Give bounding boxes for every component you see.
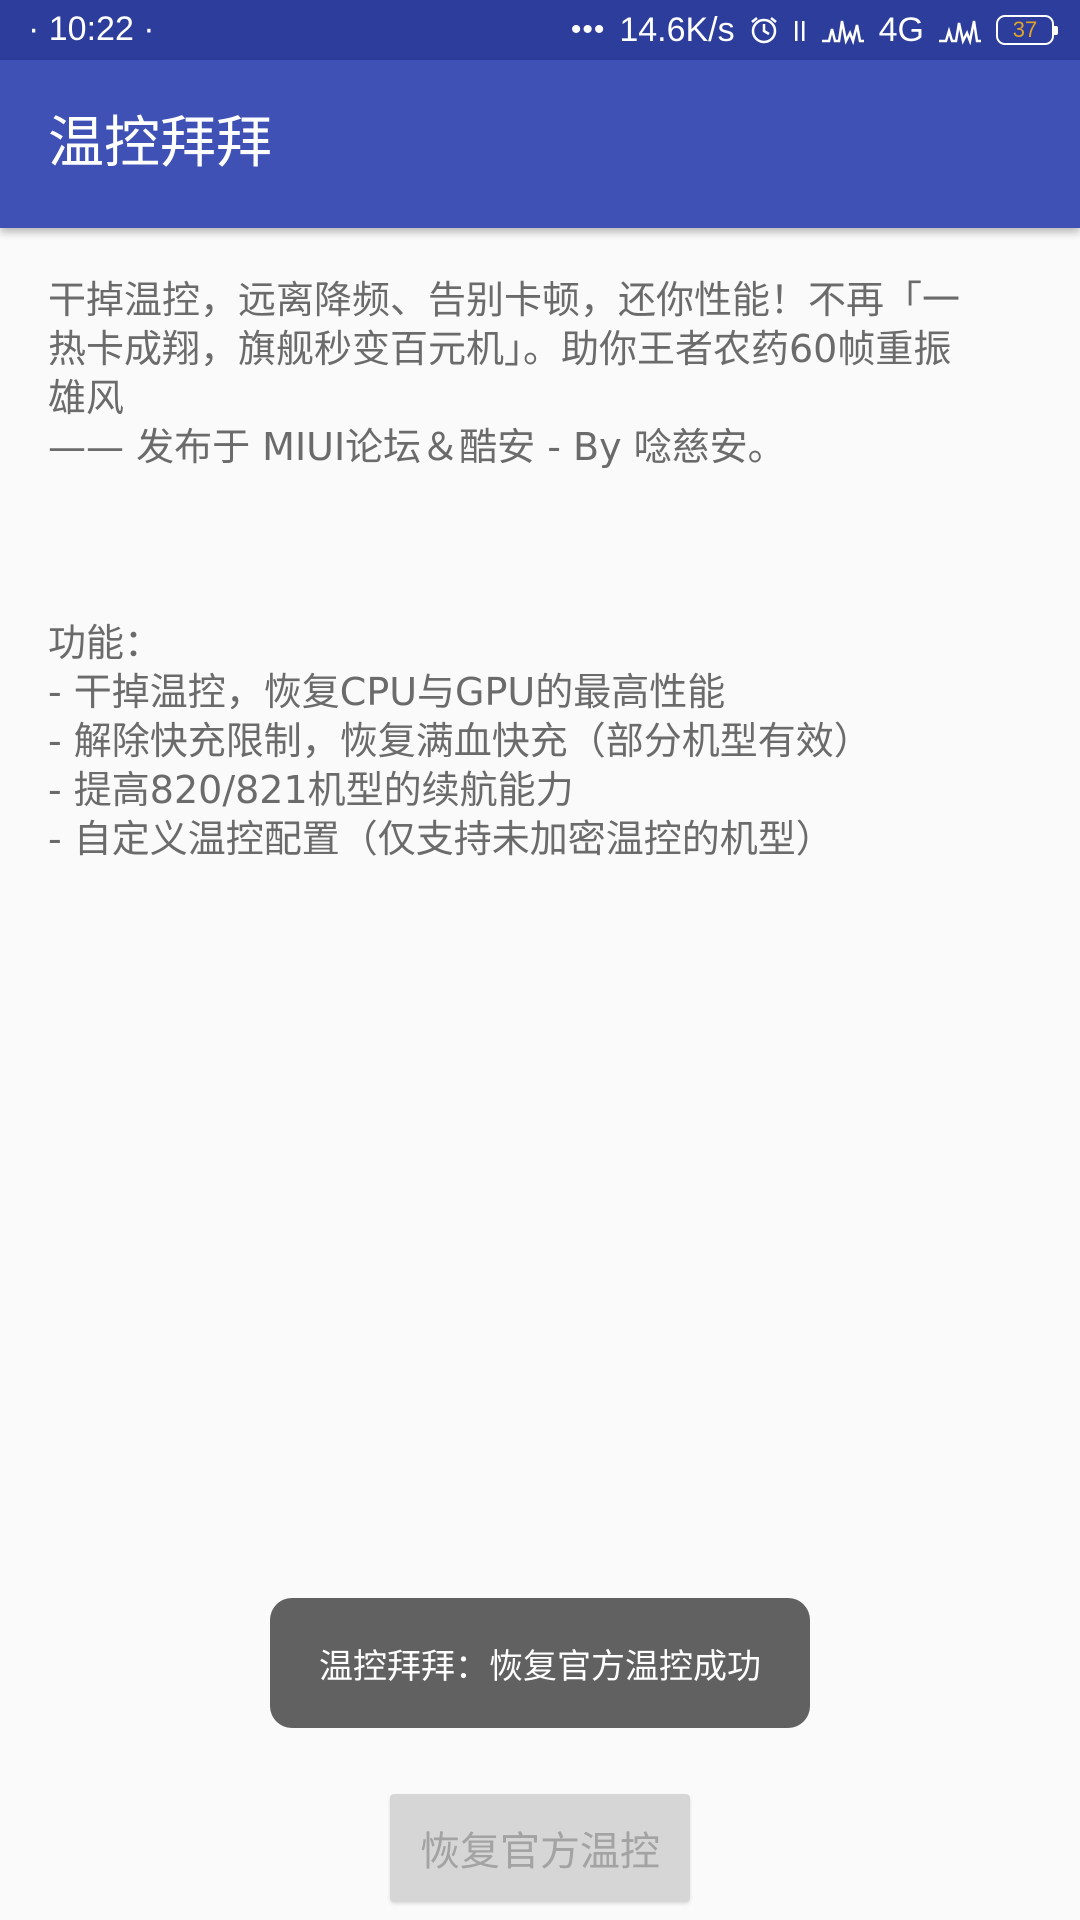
alarm-icon (749, 15, 779, 45)
network-type: 4G (878, 10, 924, 49)
toast-message: 温控拜拜：恢复官方温控成功 (270, 1598, 810, 1728)
feature-item: - 解除快充限制，恢复满血快充（部分机型有效） (48, 719, 872, 763)
features-heading: 功能： (48, 621, 163, 665)
feature-item: - 自定义温控配置（仅支持未加密温控的机型） (48, 817, 834, 861)
battery-level: 37 (1012, 17, 1038, 42)
intro-line: 热卡成翔，旗舰秒变百元机」。助你王者农药60帧重振 (48, 327, 952, 371)
feature-item: - 干掉温控，恢复CPU与GPU的最高性能 (48, 670, 726, 714)
restore-official-button[interactable]: 恢复官方温控 (390, 1794, 690, 1902)
app-title: 温控拜拜 (48, 111, 272, 176)
app-bar: 温控拜拜 (0, 60, 1080, 228)
network-speed: 14.6K/s (619, 10, 735, 49)
description: 干掉温控，远离降频、告别卡顿，还你性能！不再「一 热卡成翔，旗舰秒变百元机」。助… (48, 276, 1038, 864)
signal-bars-icon (793, 15, 807, 45)
intro-line: 干掉温控，远离降频、告别卡顿，还你性能！不再「一 (48, 278, 961, 322)
status-bar: · 10:22 · ••• 14.6K/s 4G 37 (0, 0, 1080, 60)
feature-item: - 提高820/821机型的续航能力 (48, 768, 574, 812)
status-icons: ••• 14.6K/s 4G 37 (570, 8, 1058, 52)
activity-icon (938, 15, 982, 45)
intro-line: 雄风 (48, 376, 125, 420)
status-time: · 10:22 · (28, 10, 155, 48)
intro-line: —— 发布于 MIUI论坛＆酷安 - By 唸慈安。 (48, 425, 786, 469)
battery-icon: 37 (996, 15, 1058, 45)
activity-icon (821, 15, 865, 45)
more-dots-icon: ••• (570, 13, 606, 46)
